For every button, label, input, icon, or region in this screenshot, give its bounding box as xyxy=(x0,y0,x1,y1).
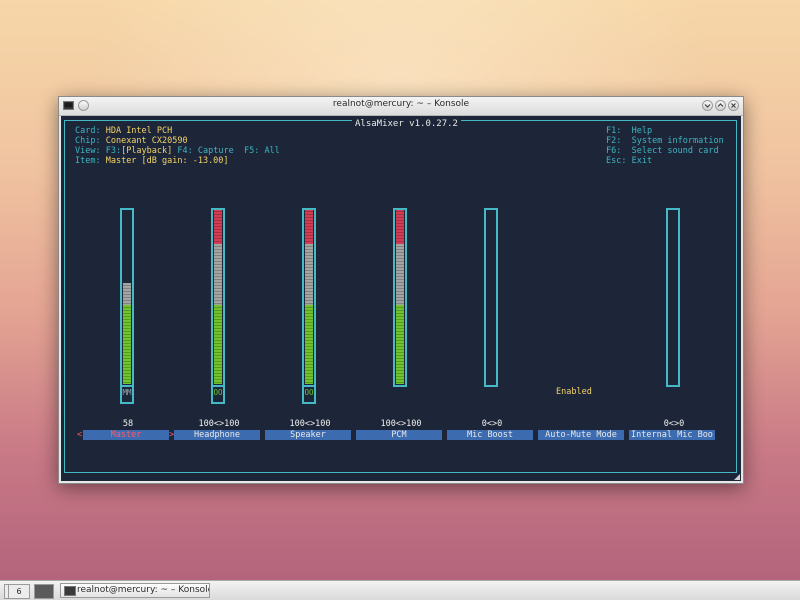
volume-level-segment xyxy=(396,210,404,244)
channel-tab-auto-mute-mode[interactable]: Auto-Mute Mode xyxy=(538,430,624,440)
view-line: View: F3:[Playback] F4: Capture F5: All xyxy=(75,146,280,156)
resize-grip[interactable] xyxy=(734,474,740,480)
volume-level-segment xyxy=(123,282,131,306)
volume-level-segment xyxy=(214,244,222,306)
window-title: realnot@mercury: ~ – Konsole xyxy=(332,99,470,109)
volume-bar-internal-mic-boo[interactable] xyxy=(666,208,680,387)
mute-indicator[interactable]: OO xyxy=(302,387,316,404)
channel-tab-mic-boost[interactable]: Mic Boost xyxy=(447,430,533,440)
channel-value: 100<>100 xyxy=(289,419,331,429)
channel-value: 58 xyxy=(122,419,134,429)
close-button[interactable] xyxy=(728,100,739,111)
volume-bar-mic-boost[interactable] xyxy=(484,208,498,387)
channel-tab-speaker[interactable]: Speaker xyxy=(265,430,351,440)
help-f2: F2: System information xyxy=(606,136,724,146)
mute-indicator[interactable]: MM xyxy=(120,387,134,404)
channel-value: 0<>0 xyxy=(663,419,685,429)
volume-bar-speaker[interactable] xyxy=(302,208,316,387)
view-capture[interactable]: Capture xyxy=(198,146,234,156)
volume-bar-master[interactable] xyxy=(120,208,134,387)
chip-line: Chip: Conexant CX20590 xyxy=(75,136,188,146)
view-all[interactable]: All xyxy=(264,146,279,156)
channel-value: 100<>100 xyxy=(198,419,240,429)
konsole-task-icon xyxy=(64,586,76,596)
item-line: Item: Master [dB gain: -13.00] xyxy=(75,156,229,166)
mute-indicator[interactable]: OO xyxy=(211,387,225,404)
alsamixer-title: AlsaMixer v1.0.27.2 xyxy=(352,120,461,129)
help-f1: F1: Help xyxy=(606,126,653,136)
alsamixer-frame: AlsaMixer v1.0.27.2 Card: HDA Intel PCH … xyxy=(64,120,737,473)
volume-level-segment xyxy=(396,244,404,306)
volume-level-segment xyxy=(396,305,404,384)
chevron-down-icon xyxy=(704,104,711,108)
maximize-button[interactable] xyxy=(715,100,726,111)
volume-level-segment xyxy=(305,210,313,244)
selection-marker-left: < xyxy=(77,430,83,440)
volume-level-segment xyxy=(305,305,313,384)
volume-bar-headphone[interactable] xyxy=(211,208,225,387)
task-konsole[interactable]: realnot@mercury: ~ – Konsole xyxy=(60,583,210,598)
volume-level-segment xyxy=(214,305,222,384)
channel-value: 0<>0 xyxy=(481,419,503,429)
pager-desktop-2[interactable]: 6 xyxy=(8,584,30,599)
help-esc: Esc: Exit xyxy=(606,156,653,166)
view-playback[interactable]: [Playback] xyxy=(121,146,172,156)
volume-level-segment xyxy=(123,305,131,384)
window-titlebar[interactable]: realnot@mercury: ~ – Konsole xyxy=(59,97,743,116)
enum-state-value[interactable]: Enabled xyxy=(556,387,592,397)
volume-level-segment xyxy=(214,210,222,244)
chevron-up-icon xyxy=(717,103,724,107)
channel-tab-internal-mic-boo[interactable]: Internal Mic Boo xyxy=(629,430,715,440)
channel-value: 100<>100 xyxy=(380,419,422,429)
volume-bar-pcm[interactable] xyxy=(393,208,407,387)
pager-desktop-3[interactable] xyxy=(34,584,54,599)
help-f6: F6: Select sound card xyxy=(606,146,719,156)
volume-level-segment xyxy=(305,244,313,306)
channel-tab-headphone[interactable]: Headphone xyxy=(174,430,260,440)
close-icon xyxy=(731,103,736,108)
terminal-area[interactable]: AlsaMixer v1.0.27.2 Card: HDA Intel PCH … xyxy=(61,116,741,481)
card-line: Card: HDA Intel PCH xyxy=(75,126,173,136)
minimize-button[interactable] xyxy=(702,100,713,111)
channel-tab-pcm[interactable]: PCM xyxy=(356,430,442,440)
konsole-window[interactable]: realnot@mercury: ~ – Konsole AlsaMixer v… xyxy=(58,96,744,484)
task-konsole-label: realnot@mercury: ~ – Konsole xyxy=(77,585,210,595)
taskbar: 6 realnot@mercury: ~ – Konsole xyxy=(0,580,800,600)
channel-tab-master[interactable]: Master xyxy=(83,430,169,440)
